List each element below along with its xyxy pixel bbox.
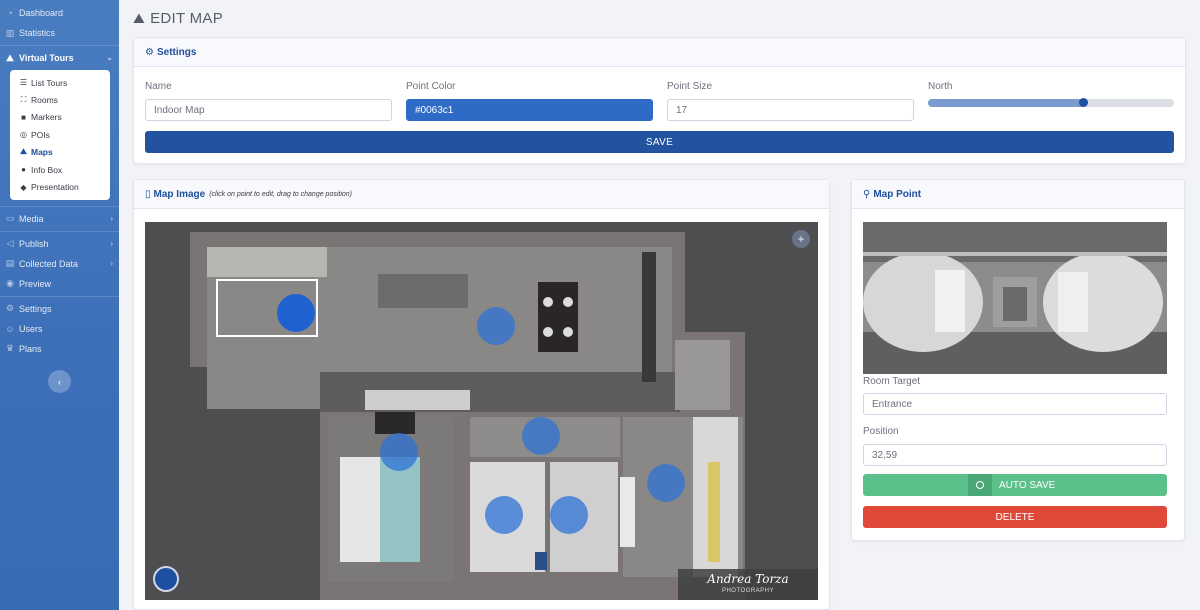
rooms-icon: ⛶	[20, 95, 27, 105]
divider	[0, 230, 119, 232]
room-panorama-preview	[863, 222, 1167, 374]
divider	[0, 45, 119, 46]
north-label: North	[928, 81, 953, 92]
chevron-right-icon: ›	[110, 213, 113, 223]
map-points-layer	[277, 294, 685, 534]
nav-media[interactable]: ▭ Media ›	[0, 209, 119, 229]
panorama-image	[863, 222, 1167, 374]
settings-card: ⚙ Settings Name Indoor Map Point Color #…	[133, 37, 1186, 164]
nav-virtual-tours[interactable]: ⛰ Virtual Tours ⌄	[0, 48, 119, 68]
map-image-header: ▯ Map Image (click on point to edit, dra…	[134, 180, 829, 209]
sidebar: ◔ Dashboard ▥ Statistics ⛰ Virtual Tours…	[0, 0, 119, 610]
nav-preview[interactable]: ◉ Preview	[0, 274, 119, 294]
chevron-down-icon: ⌄	[106, 53, 113, 62]
settings-icon: ⚙	[5, 303, 15, 314]
sub-item-rooms[interactable]: ⛶ Rooms	[10, 91, 110, 108]
position-label: Position	[863, 426, 899, 437]
sub-item-markers[interactable]: ■ Markers	[10, 109, 110, 126]
nav-publish[interactable]: ◁ Publish ›	[0, 234, 119, 254]
zoom-in-button[interactable]: +	[792, 230, 810, 248]
dashboard-icon: ◔	[7, 8, 13, 18]
north-slider-fill	[928, 99, 1083, 107]
info-icon: ●	[21, 165, 26, 175]
list-icon: ☰	[19, 78, 28, 88]
chart-icon: ▥	[5, 27, 15, 38]
map-point[interactable]	[485, 496, 523, 534]
chevron-right-icon: ›	[110, 258, 113, 268]
map-image-card: ▯ Map Image (click on point to edit, dra…	[133, 179, 830, 610]
watermark-name: Andrea Torza	[707, 572, 789, 586]
sidebar-collapse-button[interactable]: ‹	[48, 370, 71, 393]
nav-dashboard[interactable]: ◔ Dashboard	[0, 3, 119, 23]
presentation-icon: ◆	[20, 182, 27, 192]
sub-item-info-box[interactable]: ● Info Box	[10, 161, 110, 178]
nav-settings[interactable]: ⚙ Settings	[0, 299, 119, 319]
virtual-tours-submenu: ☰ List Tours ⛶ Rooms ■ Markers ◎ POIs ⛰ …	[10, 70, 110, 200]
nav-plans[interactable]: ♛ Plans	[0, 339, 119, 359]
poi-icon: ◎	[20, 130, 27, 140]
north-slider-thumb[interactable]	[1078, 98, 1088, 107]
room-target-select[interactable]: Entrance	[863, 393, 1167, 415]
point-color-input[interactable]: #0063c1	[406, 99, 653, 121]
map-point[interactable]	[550, 496, 588, 534]
map-point[interactable]	[380, 433, 418, 471]
sub-item-list-tours[interactable]: ☰ List Tours	[10, 74, 110, 91]
name-input[interactable]: Indoor Map	[145, 99, 392, 121]
floor-plan-map[interactable]: + Andrea Torza PHOTOGRAPHY	[145, 222, 818, 600]
delete-button[interactable]: DELETE	[863, 506, 1167, 528]
preview-icon: ◉	[6, 278, 14, 289]
save-button[interactable]: SAVE	[145, 131, 1174, 153]
virtual-tours-icon: ⛰	[6, 52, 14, 63]
map-marker-icon: ⚲	[863, 188, 871, 200]
watermark-sub: PHOTOGRAPHY	[721, 588, 775, 594]
map-point-selected[interactable]	[277, 294, 315, 332]
gear-icon: ⚙	[145, 46, 154, 58]
maps-icon: ⛰	[20, 147, 27, 157]
toggle-circle-icon	[976, 481, 984, 489]
plans-icon: ♛	[5, 343, 15, 354]
collected-data-icon: ▤	[5, 258, 15, 269]
divider	[0, 205, 119, 207]
divider	[0, 295, 119, 297]
media-icon: ▭	[5, 213, 15, 224]
auto-save-label: AUTO SAVE	[999, 480, 1056, 491]
nav-statistics[interactable]: ▥ Statistics	[0, 23, 119, 43]
auto-save-button[interactable]: AUTO SAVE	[863, 474, 1167, 496]
settings-header: ⚙ Settings	[134, 38, 1185, 67]
map-icon: ▯	[145, 188, 151, 200]
name-label: Name	[145, 81, 172, 92]
sub-item-presentation[interactable]: ◆ Presentation	[10, 178, 110, 195]
map-point[interactable]	[477, 307, 515, 345]
sub-item-maps[interactable]: ⛰ Maps	[10, 144, 110, 161]
logo-icon	[153, 566, 179, 592]
markers-icon: ■	[21, 112, 26, 122]
room-target-label: Room Target	[863, 376, 921, 387]
point-size-input[interactable]: 17	[667, 99, 914, 121]
auto-save-toggle[interactable]	[968, 474, 992, 496]
users-icon: ☺	[5, 323, 15, 334]
map-icon: ⛰	[133, 10, 146, 26]
publish-icon: ◁	[6, 238, 14, 249]
map-hint: (click on point to edit, drag to change …	[209, 190, 353, 198]
map-point-header: ⚲ Map Point	[852, 180, 1184, 209]
north-slider[interactable]	[928, 98, 1174, 107]
position-input[interactable]: 32,59	[863, 444, 1167, 466]
map-point[interactable]	[522, 417, 560, 455]
point-size-label: Point Size	[667, 81, 713, 92]
map-point[interactable]	[647, 464, 685, 502]
page-title: ⛰ EDIT MAP	[133, 10, 224, 27]
chevron-right-icon: ›	[110, 238, 113, 248]
sub-item-pois[interactable]: ◎ POIs	[10, 126, 110, 143]
map-point-card: ⚲ Map Point Room Target Entrance Positio…	[851, 179, 1185, 541]
point-color-label: Point Color	[406, 81, 456, 92]
nav-collected-data[interactable]: ▤ Collected Data ›	[0, 254, 119, 274]
nav-users[interactable]: ☺ Users	[0, 319, 119, 339]
